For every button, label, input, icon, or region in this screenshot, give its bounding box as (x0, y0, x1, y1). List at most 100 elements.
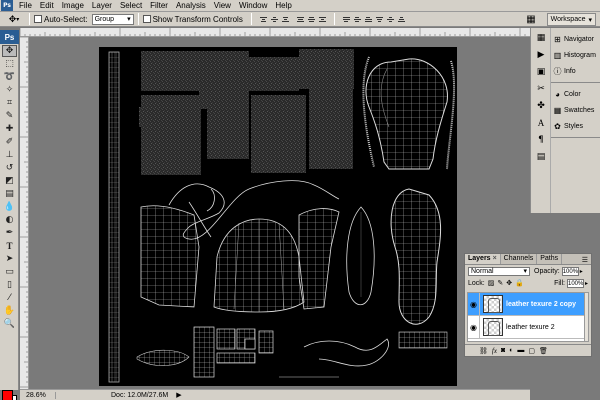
tool-preset-picker[interactable]: ✥ ▾ (3, 13, 25, 26)
menu-bar: Ps File Edit Image Layer Select Filter A… (0, 0, 600, 12)
dock-swatches[interactable]: ▦ Swatches (551, 102, 600, 118)
align-vcenter-icon[interactable] (270, 14, 279, 25)
foreground-color-swatch[interactable] (2, 390, 13, 400)
eye-icon[interactable]: ◉ (468, 292, 480, 316)
type-tool-icon[interactable]: T (2, 240, 17, 252)
distribute-right-icon[interactable] (397, 14, 406, 25)
distribute-top-icon[interactable] (342, 14, 351, 25)
align-right-icon[interactable] (318, 14, 327, 25)
shape-tool-icon[interactable]: ▭ (2, 266, 17, 278)
actions-panel-icon[interactable]: ▶ (534, 48, 548, 62)
lock-transparent-icon[interactable]: ▨ (488, 279, 495, 287)
chevron-right-icon[interactable]: ▸ (585, 280, 588, 287)
dock-color-label: Color (564, 90, 581, 98)
distribute-bottom-icon[interactable] (364, 14, 373, 25)
magic-wand-icon[interactable]: ✧ (2, 84, 17, 96)
clone-stamp-icon[interactable]: ⊥ (2, 149, 17, 161)
brush-tool-icon[interactable]: ✐ (2, 136, 17, 148)
eyedropper-icon[interactable]: ✎ (2, 110, 17, 122)
align-bottom-icon[interactable] (281, 14, 290, 25)
menu-window[interactable]: Window (235, 0, 271, 12)
tool-presets-icon[interactable]: ✂ (534, 82, 548, 96)
menu-image[interactable]: Image (58, 0, 88, 12)
layer-row[interactable]: ◉ leather texure 2 (468, 315, 586, 339)
layers-scrollbar[interactable] (584, 292, 589, 342)
trash-icon[interactable]: 🗑 (539, 347, 548, 355)
layer-name[interactable]: leather texure 2 (506, 324, 555, 331)
status-menu-arrow-icon[interactable]: ▶ (176, 391, 181, 399)
tab-layers[interactable]: Layers × (465, 254, 501, 264)
distribute-left-icon[interactable] (375, 14, 384, 25)
dock-histogram[interactable]: ▥ Histogram (551, 47, 600, 63)
new-group-icon[interactable]: ▬ (517, 347, 524, 354)
fill-field[interactable]: 100% (566, 278, 584, 288)
document-canvas[interactable] (99, 47, 457, 386)
adjustment-layer-icon[interactable]: ◐ (509, 347, 513, 354)
move-tool-icon[interactable]: ✥ (2, 45, 17, 57)
healing-brush-icon[interactable]: ✚ (2, 123, 17, 135)
character-panel-icon[interactable]: A (534, 116, 548, 130)
chevron-right-icon[interactable]: ▸ (580, 268, 583, 275)
layer-row[interactable]: ◉ leather texure 2 copy (468, 292, 586, 316)
lock-all-icon[interactable]: 🔒 (515, 279, 524, 287)
panel-menu-icon[interactable]: ☰ (582, 256, 591, 264)
blend-mode-dropdown[interactable]: Normal ▾ (468, 266, 530, 276)
layer-comps-icon[interactable]: ▤ (534, 150, 548, 164)
menu-select[interactable]: Select (116, 0, 146, 12)
dodge-icon[interactable]: ◐ (2, 214, 17, 226)
layer-name[interactable]: leather texure 2 copy (506, 301, 576, 308)
dock-color[interactable]: ◕ Color (551, 86, 600, 102)
layer-mask-icon[interactable]: ◙ (501, 347, 505, 354)
menu-layer[interactable]: Layer (88, 0, 116, 12)
layer-style-icon[interactable]: fx (492, 347, 497, 355)
tab-paths[interactable]: Paths (537, 254, 563, 264)
align-left-icon[interactable] (296, 14, 305, 25)
lock-image-icon[interactable]: ✎ (497, 279, 503, 287)
workspace-dropdown[interactable]: Workspace ▾ (546, 13, 596, 26)
menu-view[interactable]: View (210, 0, 235, 12)
distribute-vcenter-icon[interactable] (353, 14, 362, 25)
gradient-icon[interactable]: ▤ (2, 188, 17, 200)
dock-info[interactable]: ⓘ Info (551, 63, 600, 79)
status-bar: 28.6% Doc: 12.0M/27.6M ▶ (20, 389, 530, 400)
tab-channels[interactable]: Channels (501, 254, 538, 264)
menu-filter[interactable]: Filter (146, 0, 172, 12)
paragraph-panel-icon[interactable]: ¶ (534, 133, 548, 147)
history-panel-icon[interactable]: ▦ (534, 31, 548, 45)
marquee-tool-icon[interactable]: ⬚ (2, 58, 17, 70)
hand-tool-icon[interactable]: ✋ (2, 305, 17, 317)
sole-top-shape (362, 56, 456, 170)
clone-source-icon[interactable]: ✤ (534, 99, 548, 113)
eyedropper-2-icon[interactable]: ⁄ (2, 292, 17, 304)
show-transform-checkbox[interactable] (142, 15, 151, 23)
pen-tool-icon[interactable]: ✒ (2, 227, 17, 239)
opacity-field[interactable]: 100% (561, 266, 579, 276)
zoom-tool-icon[interactable]: 🔍 (2, 318, 17, 330)
zoom-level[interactable]: 28.6% (20, 391, 56, 399)
menu-file[interactable]: File (15, 0, 36, 12)
lasso-tool-icon[interactable]: ➰ (2, 71, 17, 83)
blur-icon[interactable]: 💧 (2, 201, 17, 213)
auto-select-dropdown[interactable]: Group ▾ (91, 13, 134, 25)
eraser-icon[interactable]: ◩ (2, 175, 17, 187)
dock-navigator[interactable]: ⊞ Navigator (551, 31, 600, 47)
menu-edit[interactable]: Edit (36, 0, 58, 12)
history-brush-icon[interactable]: ↺ (2, 162, 17, 174)
menu-help[interactable]: Help (271, 0, 295, 12)
new-layer-icon[interactable]: ▢ (528, 347, 535, 355)
bridge-icon[interactable]: ▦ (524, 13, 538, 26)
eye-icon[interactable]: ◉ (468, 315, 480, 339)
notes-icon[interactable]: ▯ (2, 279, 17, 291)
align-top-icon[interactable] (259, 14, 268, 25)
auto-select-checkbox[interactable] (34, 15, 42, 23)
crop-tool-icon[interactable]: ⌗ (2, 97, 17, 109)
menu-analysis[interactable]: Analysis (172, 0, 210, 12)
path-selection-icon[interactable]: ➤ (2, 253, 17, 265)
align-hcenter-icon[interactable] (307, 14, 316, 25)
close-icon[interactable]: × (493, 255, 497, 262)
distribute-hcenter-icon[interactable] (386, 14, 395, 25)
brushes-panel-icon[interactable]: ▣ (534, 65, 548, 79)
lock-position-icon[interactable]: ✥ (506, 279, 512, 287)
dock-styles[interactable]: ✿ Styles (551, 118, 600, 134)
link-layers-icon[interactable]: ⛓ (479, 347, 488, 355)
